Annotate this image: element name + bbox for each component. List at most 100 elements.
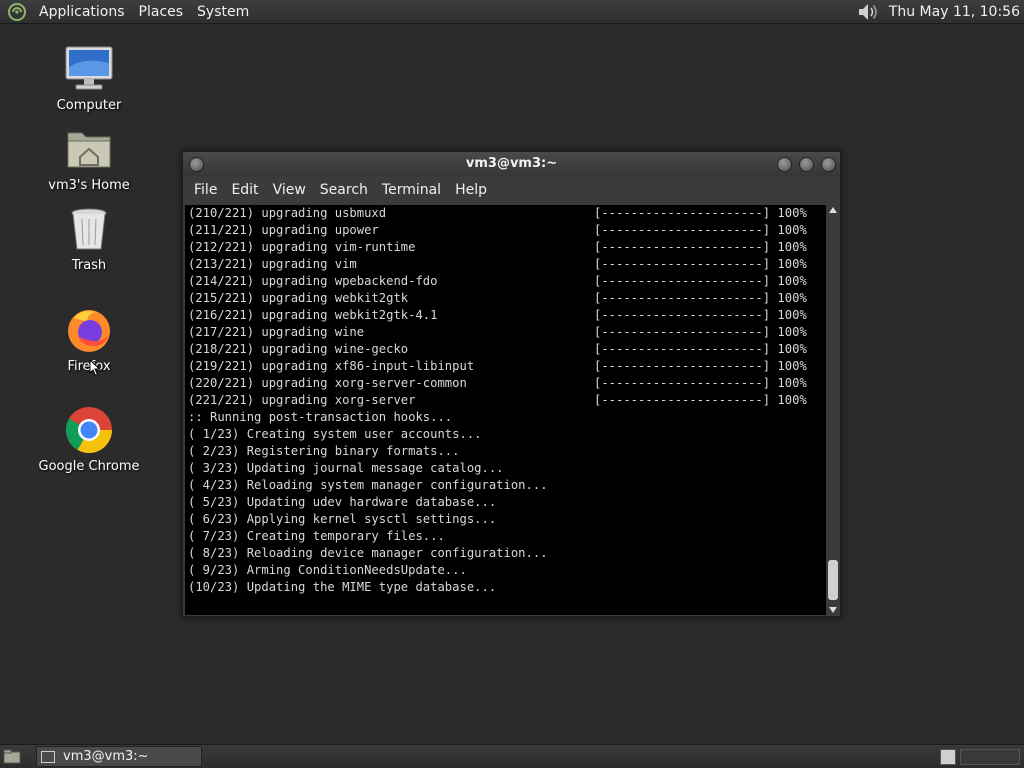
terminal-line: (220/221) upgrading xorg-server-common [-… [188,375,826,392]
progress-bar-text: [----------------------] 100% [594,206,807,220]
desktop-icon-chrome[interactable]: Google Chrome [34,406,144,474]
terminal-line-text: (214/221) upgrading wpebackend-fdo [188,274,438,288]
taskbar-item-label: vm3@vm3:~ [63,749,149,764]
terminal-line: ( 9/23) Arming ConditionNeedsUpdate... [188,562,826,579]
terminal-line-text: (212/221) upgrading vim-runtime [188,240,416,254]
terminal-line-text: (213/221) upgrading vim [188,257,357,271]
terminal-line: (210/221) upgrading usbmuxd [------------… [188,205,826,222]
terminal-output[interactable]: (210/221) upgrading usbmuxd [------------… [185,205,826,615]
mouse-cursor-icon [89,358,101,377]
menu-view[interactable]: View [266,176,313,204]
terminal-line-text: ( 5/23) Updating udev hardware database.… [188,495,497,509]
terminal-line: (218/221) upgrading wine-gecko [---------… [188,341,826,358]
progress-bar-text: [----------------------] 100% [594,359,807,373]
top-panel: Applications Places System Thu May 11, 1… [0,0,1024,24]
distro-logo-icon[interactable] [6,1,28,23]
terminal-scrollbar[interactable] [827,205,839,615]
progress-bar-text: [----------------------] 100% [594,223,807,237]
window-title-bar[interactable]: vm3@vm3:~ [183,152,840,176]
progress-bar-text: [----------------------] 100% [594,325,807,339]
terminal-window[interactable]: vm3@vm3:~ File Edit View Search Terminal… [182,151,841,617]
progress-bar-text: [----------------------] 100% [594,342,807,356]
terminal-line: (211/221) upgrading upower [-------------… [188,222,826,239]
terminal-line-text: ( 7/23) Creating temporary files... [188,529,445,543]
terminal-line: (216/221) upgrading webkit2gtk-4.1 [-----… [188,307,826,324]
desktop-icon-home[interactable]: vm3's Home [34,125,144,193]
window-title: vm3@vm3:~ [465,156,558,171]
bottom-panel: vm3@vm3:~ [0,744,1024,768]
terminal-line: ( 6/23) Applying kernel sysctl settings.… [188,511,826,528]
terminal-line-text: ( 1/23) Creating system user accounts... [188,427,482,441]
minimize-button[interactable] [777,157,792,172]
scroll-up-arrow-icon[interactable] [829,207,837,213]
terminal-line: ( 8/23) Reloading device manager configu… [188,545,826,562]
chrome-icon [64,406,114,454]
progress-bar-text: [----------------------] 100% [594,393,807,407]
terminal-line-text: (220/221) upgrading xorg-server-common [188,376,467,390]
menu-terminal[interactable]: Terminal [375,176,448,204]
window-menu-button[interactable] [189,157,204,172]
terminal-line: (212/221) upgrading vim-runtime [--------… [188,239,826,256]
clock[interactable]: Thu May 11, 10:56 [889,4,1024,20]
scrollbar-thumb[interactable] [828,560,838,600]
desktop-icon-label: Google Chrome [38,459,140,474]
volume-icon[interactable] [857,1,881,23]
show-desktop-icon[interactable] [2,748,22,766]
progress-bar-text: [----------------------] 100% [594,257,807,271]
terminal-line: :: Running post-transaction hooks... [188,409,826,426]
firefox-icon [64,306,114,354]
menu-file[interactable]: File [187,176,224,204]
terminal-line: (214/221) upgrading wpebackend-fdo [-----… [188,273,826,290]
terminal-line-text: (10/23) Updating the MIME type database.… [188,580,497,594]
terminal-line: ( 5/23) Updating udev hardware database.… [188,494,826,511]
scroll-down-arrow-icon[interactable] [829,607,837,613]
terminal-line-text: (217/221) upgrading wine [188,325,365,339]
terminal-line-text: ( 2/23) Registering binary formats... [188,444,460,458]
terminal-line-text: (218/221) upgrading wine-gecko [188,342,409,356]
menu-edit[interactable]: Edit [224,176,265,204]
terminal-line-text: (221/221) upgrading xorg-server [188,393,416,407]
terminal-line: ( 2/23) Registering binary formats... [188,443,826,460]
progress-bar-text: [----------------------] 100% [594,274,807,288]
menu-search[interactable]: Search [313,176,375,204]
terminal-line-text: ( 9/23) Arming ConditionNeedsUpdate... [188,563,467,577]
terminal-line: ( 4/23) Reloading system manager configu… [188,477,826,494]
terminal-line: (221/221) upgrading xorg-server [--------… [188,392,826,409]
desktop-icon-computer[interactable]: Computer [34,45,144,113]
terminal-line-text: ( 3/23) Updating journal message catalog… [188,461,504,475]
terminal-line-text: (211/221) upgrading upower [188,223,379,237]
menu-help[interactable]: Help [448,176,494,204]
desktop-icon-label: Trash [71,258,107,273]
terminal-menu-bar: File Edit View Search Terminal Help [183,176,840,204]
terminal-line-text: (215/221) upgrading webkit2gtk [188,291,409,305]
terminal-line-text: :: Running post-transaction hooks... [188,410,453,424]
applications-menu[interactable]: Applications [32,0,132,24]
terminal-line: ( 7/23) Creating temporary files... [188,528,826,545]
progress-bar-text: [----------------------] 100% [594,376,807,390]
workspace-switcher-2[interactable] [960,749,1020,765]
trash-icon [64,205,114,253]
desktop-icon-trash[interactable]: Trash [34,205,144,273]
progress-bar-text: [----------------------] 100% [594,308,807,322]
home-folder-icon [64,125,114,173]
panel-tray: Thu May 11, 10:56 [857,0,1024,24]
terminal-icon [41,750,55,763]
terminal-line: (219/221) upgrading xf86-input-libinput [… [188,358,826,375]
close-button[interactable] [821,157,836,172]
terminal-line: (215/221) upgrading webkit2gtk [---------… [188,290,826,307]
terminal-line: ( 3/23) Updating journal message catalog… [188,460,826,477]
maximize-button[interactable] [799,157,814,172]
terminal-line: (10/23) Updating the MIME type database.… [188,579,826,596]
desktop-icon-label: vm3's Home [48,178,130,193]
terminal-line-text: (216/221) upgrading webkit2gtk-4.1 [188,308,438,322]
progress-bar-text: [----------------------] 100% [594,291,807,305]
workspace-switcher-1[interactable] [940,749,956,765]
taskbar-item-terminal[interactable]: vm3@vm3:~ [36,746,202,767]
terminal-line-text: (210/221) upgrading usbmuxd [188,206,387,220]
terminal-line-text: (219/221) upgrading xf86-input-libinput [188,359,475,373]
places-menu[interactable]: Places [132,0,191,24]
terminal-line: (213/221) upgrading vim [----------------… [188,256,826,273]
terminal-line-text: ( 8/23) Reloading device manager configu… [188,546,548,560]
progress-bar-text: [----------------------] 100% [594,240,807,254]
system-menu[interactable]: System [190,0,256,24]
